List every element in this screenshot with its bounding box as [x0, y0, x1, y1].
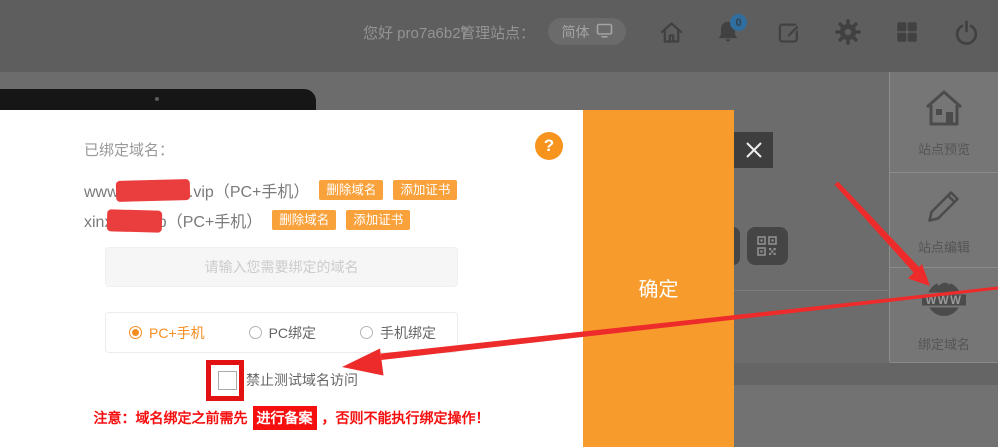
- power-icon[interactable]: [952, 18, 980, 46]
- redaction-scribble: [107, 209, 163, 232]
- radio-pc-and-mobile[interactable]: PC+手机: [129, 323, 205, 343]
- radio-mobile-bind[interactable]: 手机绑定: [360, 323, 436, 343]
- sidebar-item-bind-domain[interactable]: WWW 绑定域名: [890, 268, 998, 363]
- background-divider: [734, 290, 889, 291]
- radio-icon: [360, 326, 373, 339]
- page-bottom-area: [734, 385, 998, 447]
- tablet-camera-dot: [155, 97, 159, 101]
- record-filing-note: 注意：域名绑定之前需先 进行备案 ，否则不能执行绑定操作！: [0, 406, 583, 430]
- domain-input[interactable]: [105, 247, 458, 287]
- sidebar-item-site-preview[interactable]: 站点预览: [890, 72, 998, 173]
- add-certificate-button[interactable]: 添加证书: [393, 180, 457, 201]
- qr-code-icon: [757, 236, 778, 257]
- pencil-icon: [923, 185, 965, 232]
- svg-text:WWW: WWW: [925, 295, 962, 307]
- close-button[interactable]: [734, 132, 773, 168]
- annotation-highlight-box: [206, 360, 244, 401]
- redaction-scribble: [116, 179, 191, 202]
- notification-badge: 0: [730, 14, 747, 31]
- bind-mode-group: PC+手机 PC绑定 手机绑定: [105, 312, 458, 353]
- sidebar-item-site-edit[interactable]: 站点编辑: [890, 173, 998, 268]
- home-icon: [921, 87, 967, 134]
- page-section-band: [734, 363, 998, 385]
- confirm-label: 确定: [583, 273, 734, 302]
- topbar: 您好 pro7a6b27 管理站点： 简体 0: [0, 0, 998, 72]
- language-switch-button[interactable]: 简体: [548, 18, 626, 45]
- gear-icon[interactable]: [834, 18, 862, 46]
- manage-site-label: 管理站点：: [460, 22, 535, 43]
- home-icon[interactable]: [657, 18, 685, 46]
- www-globe-icon: WWW: [918, 278, 970, 329]
- confirm-button[interactable]: 确定: [583, 110, 734, 447]
- forbid-test-domain-label: 禁止测试域名访问: [246, 370, 358, 390]
- help-button[interactable]: ?: [535, 132, 563, 160]
- radio-icon: [129, 326, 142, 339]
- delete-domain-button[interactable]: 删除域名: [272, 210, 336, 231]
- user-greeting: 您好 pro7a6b27: [363, 22, 469, 43]
- close-icon: [743, 139, 765, 161]
- bell-icon[interactable]: 0: [714, 18, 742, 46]
- radio-icon: [249, 326, 262, 339]
- right-sidebar: 站点预览 站点编辑 WWW 绑定域名: [889, 72, 998, 362]
- sidebar-item-label: 绑定域名: [918, 334, 970, 353]
- filing-link[interactable]: 进行备案: [253, 406, 317, 430]
- monitor-icon: [596, 23, 613, 41]
- grid-icon[interactable]: [893, 18, 921, 46]
- qr-code-button[interactable]: [747, 227, 788, 265]
- add-certificate-button[interactable]: 添加证书: [346, 210, 410, 231]
- tablet-preview-image: [0, 89, 316, 110]
- delete-domain-button[interactable]: 删除域名: [319, 180, 383, 201]
- compose-icon[interactable]: [775, 18, 803, 46]
- page: 您好 pro7a6b27 管理站点： 简体 0: [0, 0, 998, 447]
- language-label: 简体: [562, 22, 590, 42]
- sidebar-item-label: 站点预览: [918, 139, 970, 158]
- sidebar-item-label: 站点编辑: [918, 237, 970, 256]
- bound-domains-title: 已绑定域名：: [84, 139, 174, 160]
- radio-pc-bind[interactable]: PC绑定: [249, 323, 316, 343]
